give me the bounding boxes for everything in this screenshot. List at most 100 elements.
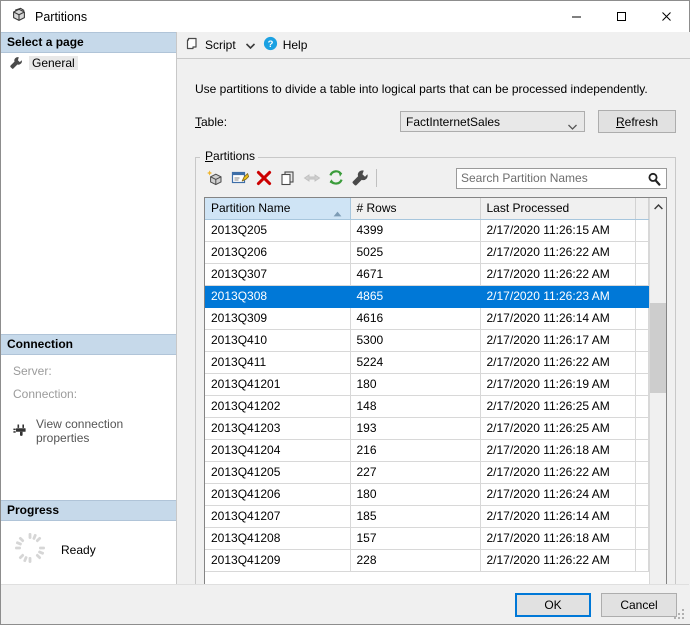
maximize-button[interactable] <box>599 1 644 32</box>
cube-icon <box>11 7 27 26</box>
table-dropdown[interactable]: FactInternetSales <box>400 111 585 132</box>
progress-row: Ready <box>1 521 176 568</box>
cell-last-processed: 2/17/2020 11:26:22 AM <box>480 549 635 571</box>
cell-last-processed: 2/17/2020 11:26:25 AM <box>480 395 635 417</box>
select-page-header: Select a page <box>1 32 176 53</box>
partitions-table: Partition Name # Rows Last Processed <box>205 198 649 572</box>
table-row[interactable]: 2013Q30848652/17/2020 11:26:23 AM <box>205 285 649 307</box>
cell-filler <box>635 483 649 505</box>
sidebar-item-general-label: General <box>29 56 78 70</box>
table-header-row: Partition Name # Rows Last Processed <box>205 198 649 219</box>
table-row[interactable]: 2013Q412081572/17/2020 11:26:18 AM <box>205 527 649 549</box>
table-row[interactable]: 2013Q412052272/17/2020 11:26:22 AM <box>205 461 649 483</box>
grid-vertical-scrollbar[interactable] <box>649 198 666 603</box>
refresh-button[interactable]: Refresh <box>598 110 676 133</box>
connection-section: Connection Server: Connection: <box>1 334 176 445</box>
scrollbar-thumb[interactable] <box>650 303 666 393</box>
cell-filler <box>635 329 649 351</box>
cell-row-count: 4616 <box>350 307 480 329</box>
cell-last-processed: 2/17/2020 11:26:22 AM <box>480 241 635 263</box>
cancel-button[interactable]: Cancel <box>601 593 677 617</box>
cell-row-count: 180 <box>350 483 480 505</box>
progress-section: Progress <box>1 500 176 568</box>
table-row[interactable]: 2013Q20650252/17/2020 11:26:22 AM <box>205 241 649 263</box>
table-row[interactable]: 2013Q20543992/17/2020 11:26:15 AM <box>205 219 649 241</box>
table-row[interactable]: 2013Q412092282/17/2020 11:26:22 AM <box>205 549 649 571</box>
partitions-dialog: Partitions Select a page Gene <box>0 0 690 625</box>
merge-partitions-icon <box>300 167 324 189</box>
table-row[interactable]: 2013Q412031932/17/2020 11:26:25 AM <box>205 417 649 439</box>
table-row[interactable]: 2013Q412042162/17/2020 11:26:18 AM <box>205 439 649 461</box>
edit-partition-icon[interactable] <box>228 167 252 189</box>
script-button[interactable]: Script <box>185 36 236 54</box>
view-connection-properties-label: View connection properties <box>36 417 176 445</box>
cell-partition-name: 2013Q41209 <box>205 549 350 571</box>
cell-partition-name: 2013Q309 <box>205 307 350 329</box>
chevron-down-icon <box>568 119 577 133</box>
close-button[interactable] <box>644 1 689 32</box>
table-row[interactable]: 2013Q412061802/17/2020 11:26:24 AM <box>205 483 649 505</box>
cell-filler <box>635 285 649 307</box>
help-button[interactable]: ? Help <box>263 36 308 54</box>
dialog-footer: OK Cancel <box>1 584 689 624</box>
column-header-rows[interactable]: # Rows <box>350 198 480 219</box>
column-header-partition-name[interactable]: Partition Name <box>205 198 350 219</box>
cell-row-count: 5300 <box>350 329 480 351</box>
cell-row-count: 185 <box>350 505 480 527</box>
scroll-up-arrow-icon[interactable] <box>650 198 666 215</box>
cell-last-processed: 2/17/2020 11:26:19 AM <box>480 373 635 395</box>
search-partition-input[interactable]: Search Partition Names <box>456 168 667 189</box>
copy-partition-icon[interactable] <box>276 167 300 189</box>
magnifier-icon[interactable] <box>647 172 661 189</box>
minimize-button[interactable] <box>554 1 599 32</box>
cell-row-count: 4865 <box>350 285 480 307</box>
cell-last-processed: 2/17/2020 11:26:23 AM <box>480 285 635 307</box>
table-row[interactable]: 2013Q30746712/17/2020 11:26:22 AM <box>205 263 649 285</box>
new-partition-icon[interactable] <box>204 167 228 189</box>
column-header-filler <box>635 198 649 219</box>
process-refresh-icon[interactable] <box>324 167 348 189</box>
chevron-down-icon[interactable] <box>246 38 255 52</box>
main-pane: Script ? Help Use partitions to di <box>177 32 690 624</box>
table-row[interactable]: 2013Q41152242/17/2020 11:26:22 AM <box>205 351 649 373</box>
help-circle-icon: ? <box>263 36 278 54</box>
partitions-toolbar: Search Partition Names <box>204 166 667 190</box>
help-label: Help <box>283 38 308 52</box>
sidebar-item-general[interactable]: General <box>1 53 176 73</box>
script-icon <box>185 36 200 54</box>
cell-filler <box>635 505 649 527</box>
table-row[interactable]: 2013Q30946162/17/2020 11:26:14 AM <box>205 307 649 329</box>
view-connection-properties-link[interactable]: View connection properties <box>1 401 176 445</box>
column-header-last-processed[interactable]: Last Processed <box>480 198 635 219</box>
table-row[interactable]: 2013Q412021482/17/2020 11:26:25 AM <box>205 395 649 417</box>
resize-grip[interactable] <box>674 609 686 621</box>
connection-header: Connection <box>1 334 176 355</box>
cell-last-processed: 2/17/2020 11:26:15 AM <box>480 219 635 241</box>
ok-button[interactable]: OK <box>515 593 591 617</box>
cell-last-processed: 2/17/2020 11:26:14 AM <box>480 505 635 527</box>
plug-icon <box>13 424 29 438</box>
table-dropdown-value: FactInternetSales <box>406 115 500 129</box>
progress-status: Ready <box>61 543 96 557</box>
connection-label: Connection: <box>1 378 176 401</box>
table-body: 2013Q20543992/17/2020 11:26:15 AM2013Q20… <box>205 219 649 571</box>
script-label: Script <box>205 38 236 52</box>
table-row[interactable]: 2013Q412071852/17/2020 11:26:14 AM <box>205 505 649 527</box>
dialog-body: Select a page General Connection Server:… <box>1 32 689 624</box>
cell-row-count: 148 <box>350 395 480 417</box>
cell-filler <box>635 417 649 439</box>
table-row[interactable]: 2013Q412011802/17/2020 11:26:19 AM <box>205 373 649 395</box>
cell-filler <box>635 549 649 571</box>
cell-row-count: 157 <box>350 527 480 549</box>
delete-partition-icon[interactable] <box>252 167 276 189</box>
toolbar-separator <box>376 169 377 187</box>
wrench-settings-icon[interactable] <box>348 167 372 189</box>
cell-row-count: 228 <box>350 549 480 571</box>
table-selector-row: Table: FactInternetSales Refresh <box>195 110 676 133</box>
cell-row-count: 5025 <box>350 241 480 263</box>
cell-last-processed: 2/17/2020 11:26:22 AM <box>480 263 635 285</box>
search-placeholder: Search Partition Names <box>461 171 588 185</box>
cell-row-count: 227 <box>350 461 480 483</box>
cell-row-count: 4399 <box>350 219 480 241</box>
table-row[interactable]: 2013Q41053002/17/2020 11:26:17 AM <box>205 329 649 351</box>
